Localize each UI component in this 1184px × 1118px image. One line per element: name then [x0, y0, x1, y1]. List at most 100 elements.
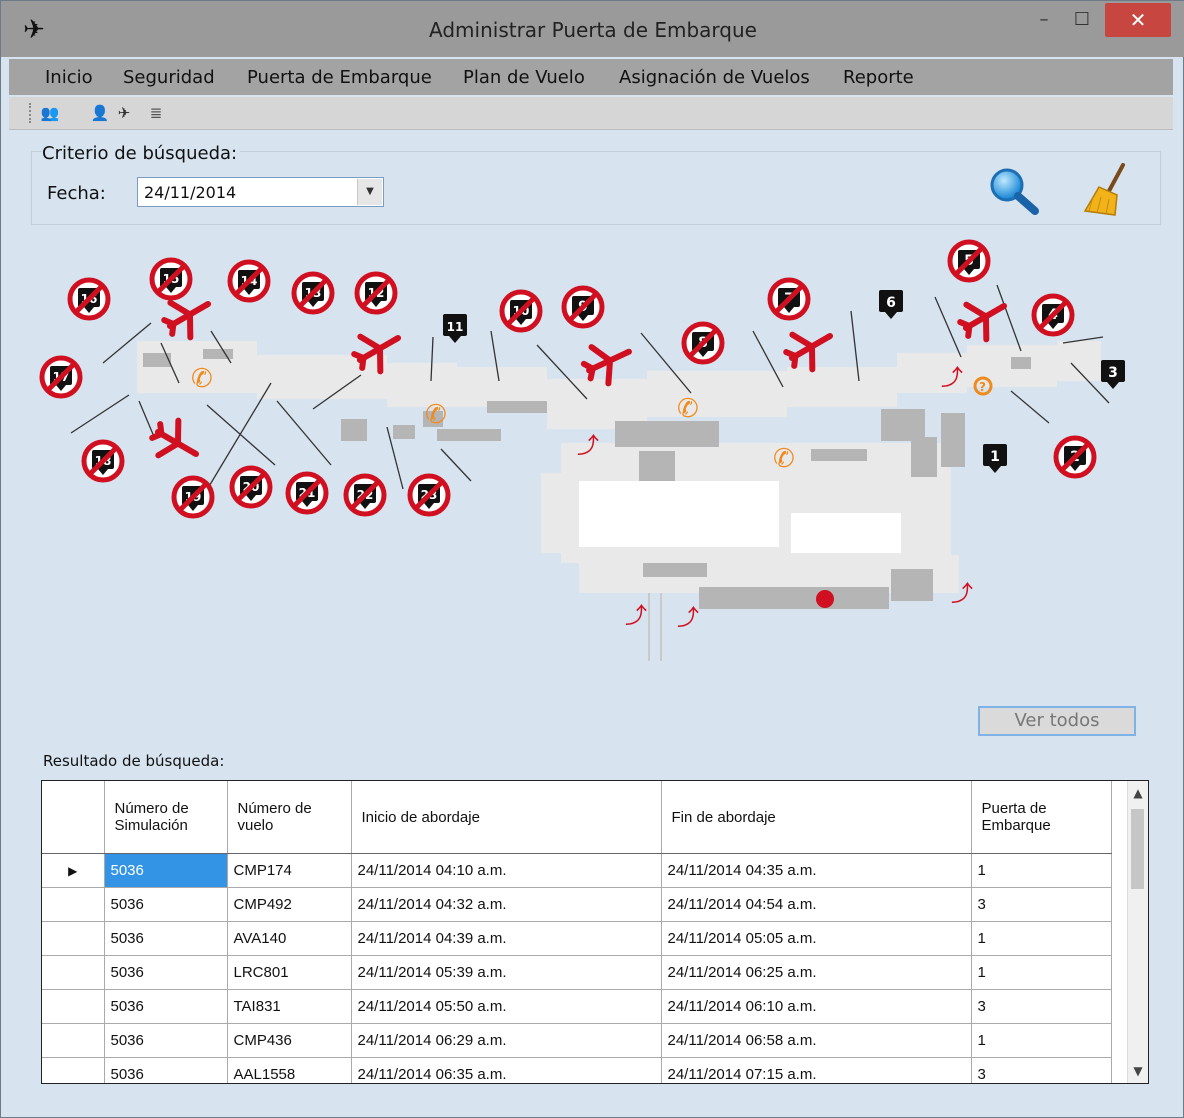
cell-puerta[interactable]: 1	[971, 921, 1112, 956]
toolbar-grip[interactable]	[29, 103, 34, 123]
gate-marker-16[interactable]: 16	[67, 277, 111, 321]
current-row-indicator-icon[interactable]: ▶	[42, 853, 105, 888]
cell-simulacion[interactable]: 5036	[104, 887, 228, 922]
gate-marker-12[interactable]: 12	[354, 271, 398, 315]
cell-inicio[interactable]: 24/11/2014 04:39 a.m.	[351, 921, 662, 956]
cell-vuelo[interactable]: AVA140	[227, 921, 352, 956]
menu-plan-de-vuelo[interactable]: Plan de Vuelo	[463, 67, 585, 88]
gate-marker-2[interactable]: 2	[1053, 435, 1097, 479]
row-header[interactable]	[42, 989, 105, 1024]
cell-puerta[interactable]: 3	[971, 887, 1112, 922]
gate-marker-5[interactable]: 5	[947, 239, 991, 283]
airplane-gate-icon[interactable]: ✈	[113, 101, 135, 125]
scroll-down-icon[interactable]: ▼	[1128, 1061, 1148, 1081]
cell-puerta[interactable]: 3	[971, 1057, 1112, 1083]
gate-marker-3[interactable]: 3	[1101, 360, 1125, 389]
gate-marker-1[interactable]: 1	[983, 444, 1007, 473]
gate-marker-9[interactable]: 9	[561, 285, 605, 329]
cell-inicio[interactable]: 24/11/2014 05:39 a.m.	[351, 955, 662, 990]
col-header-simulacion[interactable]: Número de Simulación	[104, 781, 228, 854]
cell-inicio[interactable]: 24/11/2014 05:50 a.m.	[351, 989, 662, 1024]
gate-marker-18[interactable]: 18	[81, 439, 125, 483]
cell-puerta[interactable]: 1	[971, 955, 1112, 990]
menu-inicio[interactable]: Inicio	[45, 67, 93, 88]
cell-vuelo[interactable]: CMP174	[227, 853, 352, 888]
maximize-button[interactable]: ☐	[1064, 5, 1100, 35]
cell-fin[interactable]: 24/11/2014 06:58 a.m.	[661, 1023, 972, 1058]
cell-vuelo[interactable]: CMP436	[227, 1023, 352, 1058]
table-row[interactable]: 5036 CMP436 24/11/2014 06:29 a.m. 24/11/201…	[42, 1023, 1112, 1058]
gate-marker-22[interactable]: 22	[343, 473, 387, 517]
user-delete-icon[interactable]: 👤	[89, 101, 111, 125]
gate-marker-15[interactable]: 15	[149, 257, 193, 301]
cell-fin[interactable]: 24/11/2014 04:54 a.m.	[661, 887, 972, 922]
menu-puerta-de-embarque[interactable]: Puerta de Embarque	[247, 67, 432, 88]
cell-fin[interactable]: 24/11/2014 06:10 a.m.	[661, 989, 972, 1024]
menu-reporte[interactable]: Reporte	[843, 67, 914, 88]
cell-simulacion[interactable]: 5036	[104, 955, 228, 990]
search-button[interactable]	[986, 165, 1042, 217]
gate-marker-21[interactable]: 21	[285, 471, 329, 515]
col-header-fin[interactable]: Fin de abordaje	[661, 781, 972, 854]
chevron-down-icon[interactable]: ▼	[357, 179, 382, 205]
row-header[interactable]	[42, 887, 105, 922]
results-grid[interactable]: Número de Simulación Número de vuelo Ini…	[41, 780, 1149, 1084]
gate-marker-8[interactable]: 8	[681, 321, 725, 365]
report-icon[interactable]: ≣	[145, 101, 167, 125]
scroll-thumb[interactable]	[1131, 809, 1144, 889]
cell-fin[interactable]: 24/11/2014 04:35 a.m.	[661, 853, 972, 888]
gate-marker-6[interactable]: 6	[879, 290, 903, 319]
scroll-up-icon[interactable]: ▲	[1128, 783, 1148, 803]
row-header[interactable]	[42, 921, 105, 956]
cell-simulacion[interactable]: 5036	[104, 1023, 228, 1058]
gate-marker-20[interactable]: 20	[229, 465, 273, 509]
cell-simulacion[interactable]: 5036	[104, 853, 228, 888]
cell-inicio[interactable]: 24/11/2014 06:29 a.m.	[351, 1023, 662, 1058]
row-header[interactable]	[42, 1023, 105, 1058]
cell-vuelo[interactable]: LRC801	[227, 955, 352, 990]
table-row[interactable]: 5036 LRC801 24/11/2014 05:39 a.m. 24/11/201…	[42, 955, 1112, 990]
vertical-scrollbar[interactable]: ▲ ▼	[1127, 781, 1148, 1083]
cell-fin[interactable]: 24/11/2014 05:05 a.m.	[661, 921, 972, 956]
ver-todos-button[interactable]: Ver todos	[978, 706, 1136, 736]
gate-marker-23[interactable]: 23	[407, 473, 451, 517]
gate-marker-19[interactable]: 19	[171, 475, 215, 519]
menu-asignacion-de-vuelos[interactable]: Asignación de Vuelos	[619, 67, 810, 88]
gate-marker-10[interactable]: 10	[499, 289, 543, 333]
close-button[interactable]: ✕	[1105, 3, 1171, 37]
row-header[interactable]	[42, 1057, 105, 1083]
table-row[interactable]: 5036 AAL1558 24/11/2014 06:35 a.m. 24/11/20…	[42, 1057, 1112, 1083]
clear-button[interactable]	[1079, 161, 1135, 219]
gate-marker-4[interactable]: 4	[1031, 293, 1075, 337]
fecha-date-picker[interactable]: 24/11/2014 ▼	[137, 177, 384, 207]
gate-marker-17[interactable]: 17	[39, 355, 83, 399]
table-row[interactable]: 5036 CMP492 24/11/2014 04:32 a.m. 24/11/201…	[42, 887, 1112, 922]
cell-inicio[interactable]: 24/11/2014 04:32 a.m.	[351, 887, 662, 922]
cell-puerta[interactable]: 3	[971, 989, 1112, 1024]
cell-vuelo[interactable]: AAL1558	[227, 1057, 352, 1083]
col-header-inicio[interactable]: Inicio de abordaje	[351, 781, 662, 854]
cell-simulacion[interactable]: 5036	[104, 989, 228, 1024]
cell-fin[interactable]: 24/11/2014 07:15 a.m.	[661, 1057, 972, 1083]
col-header-vuelo[interactable]: Número de vuelo	[227, 781, 352, 854]
gate-marker-13[interactable]: 13	[291, 271, 335, 315]
table-row[interactable]: ▶ 5036 CMP174 24/11/2014 04:10 a.m. 24/11/20…	[42, 853, 1112, 888]
menu-seguridad[interactable]: Seguridad	[123, 67, 215, 88]
cell-simulacion[interactable]: 5036	[104, 921, 228, 956]
cell-vuelo[interactable]: TAI831	[227, 989, 352, 1024]
cell-inicio[interactable]: 24/11/2014 04:10 a.m.	[351, 853, 662, 888]
gate-marker-7[interactable]: 7	[767, 277, 811, 321]
cell-fin[interactable]: 24/11/2014 06:25 a.m.	[661, 955, 972, 990]
cell-puerta[interactable]: 1	[971, 1023, 1112, 1058]
cell-puerta[interactable]: 1	[971, 853, 1112, 888]
table-row[interactable]: 5036 TAI831 24/11/2014 05:50 a.m. 24/11/201…	[42, 989, 1112, 1024]
row-header[interactable]	[42, 955, 105, 990]
col-header-puerta[interactable]: Puerta de Embarque	[971, 781, 1112, 854]
users-icon[interactable]: 👥	[39, 101, 61, 125]
cell-vuelo[interactable]: CMP492	[227, 887, 352, 922]
title-bar[interactable]: ✈ Administrar Puerta de Embarque – ☐ ✕	[1, 1, 1184, 57]
minimize-button[interactable]: –	[1026, 5, 1062, 35]
table-row[interactable]: 5036 AVA140 24/11/2014 04:39 a.m. 24/11/201…	[42, 921, 1112, 956]
cell-simulacion[interactable]: 5036	[104, 1057, 228, 1083]
gate-marker-11[interactable]: 11	[443, 314, 467, 343]
